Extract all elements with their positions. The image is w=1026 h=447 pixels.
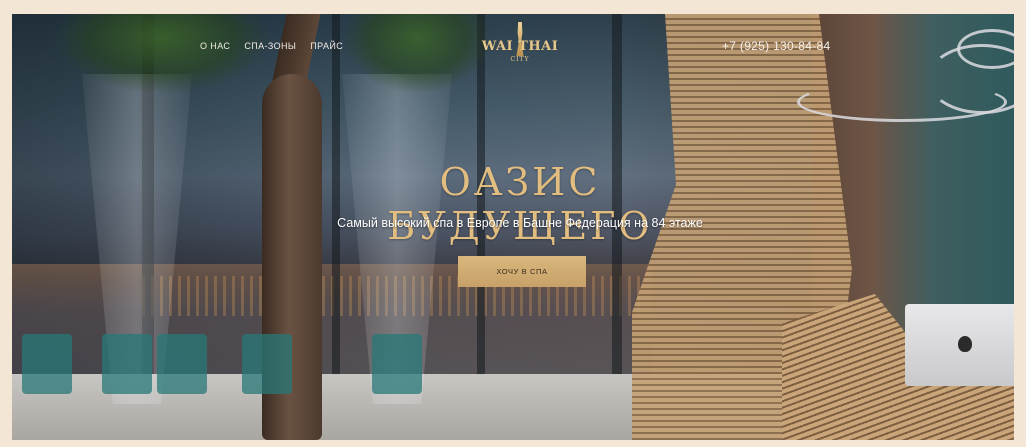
chair xyxy=(102,334,152,394)
foliage xyxy=(342,14,492,94)
nav-link-price[interactable]: ПРАЙС xyxy=(310,41,343,51)
nav-link-spa-zones[interactable]: СПА-ЗОНЫ xyxy=(244,41,296,51)
chair xyxy=(157,334,207,394)
nav-link-about[interactable]: О НАС xyxy=(200,41,230,51)
chair xyxy=(22,334,72,394)
logo-subtitle: CITY xyxy=(510,56,530,63)
foliage xyxy=(52,14,272,94)
site-logo[interactable]: WAI THAI CITY xyxy=(478,22,562,74)
cta-button[interactable]: ХОЧУ В СПА xyxy=(458,256,586,287)
chair xyxy=(372,334,422,394)
main-nav: О НАС СПА-ЗОНЫ ПРАЙС xyxy=(200,41,343,51)
chair xyxy=(242,334,292,394)
logo-text: WAI THAI xyxy=(481,39,559,54)
hero-headline: ОАЗИС БУДУЩЕГО xyxy=(387,160,653,248)
hero-subtitle: Самый высокий спа в Европе в Башне Федер… xyxy=(337,216,703,230)
phone-link[interactable]: +7 (925) 130-84-84 xyxy=(722,39,830,53)
apple-logo-icon xyxy=(958,336,972,352)
